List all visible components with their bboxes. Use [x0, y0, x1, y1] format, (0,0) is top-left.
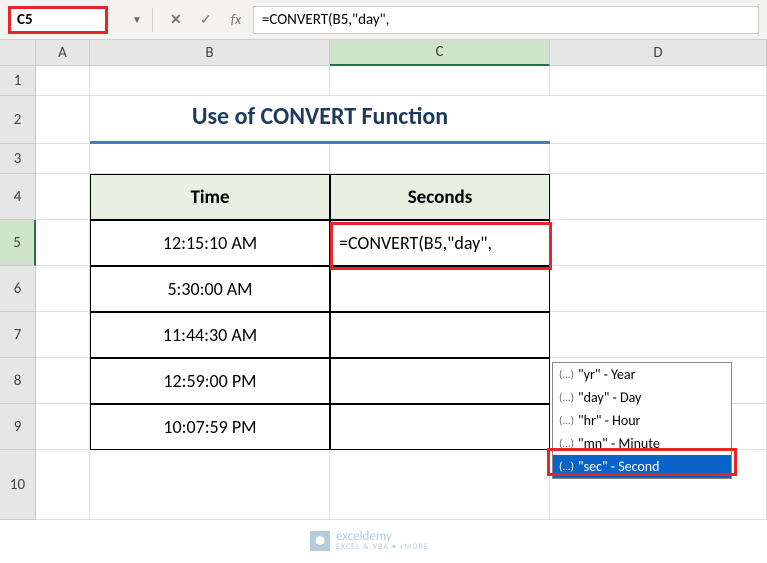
autocomplete-label: "yr" - Year	[578, 366, 635, 383]
param-icon: (...)	[559, 437, 574, 450]
cell-A3[interactable]	[36, 144, 90, 174]
watermark-text: exceldemy EXCEL & VBA • +MORE	[336, 530, 429, 551]
formula-autocomplete: (...) "yr" - Year (...) "day" - Day (...…	[552, 362, 732, 479]
row-header-4[interactable]: 4	[0, 174, 36, 220]
param-icon: (...)	[559, 414, 574, 427]
autocomplete-label: "hr" - Hour	[578, 412, 640, 429]
formula-text: =CONVERT(B5,"day",	[262, 11, 390, 29]
cell-D6[interactable]	[550, 266, 767, 312]
param-icon: (...)	[559, 368, 574, 381]
cell-A7[interactable]	[36, 312, 90, 358]
spreadsheet-grid: A B C D 1 2 Use of CONVERT Function 3 4 …	[0, 40, 767, 520]
autocomplete-item-hr[interactable]: (...) "hr" - Hour	[553, 409, 731, 432]
enter-icon[interactable]: ✓	[193, 7, 219, 33]
fx-icon[interactable]: fx	[223, 7, 249, 33]
row-header-3[interactable]: 3	[0, 144, 36, 174]
separator	[152, 8, 153, 32]
cell-C8[interactable]	[330, 358, 550, 404]
cell-C1[interactable]	[330, 66, 550, 96]
cell-B3[interactable]	[90, 144, 330, 174]
cell-B8[interactable]: 12:59:00 PM	[90, 358, 330, 404]
cell-C10[interactable]	[330, 450, 550, 520]
row-header-6[interactable]: 6	[0, 266, 36, 312]
autocomplete-item-sec[interactable]: (...) "sec" - Second	[553, 455, 731, 478]
row-4: 4 Time Seconds	[0, 174, 767, 220]
row-header-1[interactable]: 1	[0, 66, 36, 96]
row-2: 2 Use of CONVERT Function	[0, 96, 767, 144]
cell-B6[interactable]: 5:30:00 AM	[90, 266, 330, 312]
cell-B9[interactable]: 10:07:59 PM	[90, 404, 330, 450]
cell-A2[interactable]	[36, 96, 90, 144]
watermark-icon: ⬢	[310, 531, 330, 551]
row-7: 7 11:44:30 AM	[0, 312, 767, 358]
formula-input[interactable]: =CONVERT(B5,"day",	[253, 6, 759, 34]
cell-C3[interactable]	[330, 144, 550, 174]
cell-D1[interactable]	[550, 66, 767, 96]
cell-A1[interactable]	[36, 66, 90, 96]
col-header-B[interactable]: B	[90, 40, 330, 66]
select-all-corner[interactable]	[0, 40, 36, 66]
title-cell[interactable]: Use of CONVERT Function	[90, 96, 550, 144]
cell-D2[interactable]	[550, 96, 767, 144]
watermark: ⬢ exceldemy EXCEL & VBA • +MORE	[310, 530, 429, 551]
header-time[interactable]: Time	[90, 174, 330, 220]
param-icon: (...)	[559, 460, 574, 473]
cell-A6[interactable]	[36, 266, 90, 312]
param-icon: (...)	[559, 391, 574, 404]
watermark-sub: EXCEL & VBA • +MORE	[336, 543, 429, 551]
autocomplete-label: "sec" - Second	[578, 458, 660, 475]
cell-D3[interactable]	[550, 144, 767, 174]
cell-B7[interactable]: 11:44:30 AM	[90, 312, 330, 358]
autocomplete-item-day[interactable]: (...) "day" - Day	[553, 386, 731, 409]
cell-D7[interactable]	[550, 312, 767, 358]
cell-D5[interactable]	[550, 220, 767, 266]
cell-B10[interactable]	[90, 450, 330, 520]
cell-A5[interactable]	[36, 220, 90, 266]
row-5: 5 12:15:10 AM =CONVERT(B5,"day",	[0, 220, 767, 266]
row-header-8[interactable]: 8	[0, 358, 36, 404]
cell-B5[interactable]: 12:15:10 AM	[90, 220, 330, 266]
row-header-9[interactable]: 9	[0, 404, 36, 450]
formula-bar: C5 ▼ ✕ ✓ fx =CONVERT(B5,"day",	[0, 0, 767, 40]
autocomplete-label: "mn" - Minute	[578, 435, 660, 452]
header-seconds[interactable]: Seconds	[330, 174, 550, 220]
autocomplete-item-yr[interactable]: (...) "yr" - Year	[553, 363, 731, 386]
row-1: 1	[0, 66, 767, 96]
cell-A8[interactable]	[36, 358, 90, 404]
row-header-5[interactable]: 5	[0, 220, 36, 266]
row-header-2[interactable]: 2	[0, 96, 36, 144]
name-box[interactable]: C5	[8, 6, 108, 34]
row-3: 3	[0, 144, 767, 174]
cell-C7[interactable]	[330, 312, 550, 358]
col-header-D[interactable]: D	[550, 40, 767, 66]
cell-C6[interactable]	[330, 266, 550, 312]
cell-A9[interactable]	[36, 404, 90, 450]
cell-C5[interactable]: =CONVERT(B5,"day",	[330, 220, 550, 266]
cancel-icon[interactable]: ✕	[163, 7, 189, 33]
row-header-7[interactable]: 7	[0, 312, 36, 358]
cell-B1[interactable]	[90, 66, 330, 96]
name-box-dropdown-icon[interactable]: ▼	[132, 13, 142, 26]
row-header-10[interactable]: 10	[0, 450, 36, 520]
cell-A10[interactable]	[36, 450, 90, 520]
cell-A4[interactable]	[36, 174, 90, 220]
cell-C9[interactable]	[330, 404, 550, 450]
autocomplete-label: "day" - Day	[578, 389, 641, 406]
autocomplete-item-mn[interactable]: (...) "mn" - Minute	[553, 432, 731, 455]
page-title: Use of CONVERT Function	[192, 102, 448, 131]
name-box-value: C5	[17, 11, 33, 29]
col-header-A[interactable]: A	[36, 40, 90, 66]
cell-D4[interactable]	[550, 174, 767, 220]
row-6: 6 5:30:00 AM	[0, 266, 767, 312]
col-header-C[interactable]: C	[330, 40, 550, 66]
column-headers: A B C D	[0, 40, 767, 66]
